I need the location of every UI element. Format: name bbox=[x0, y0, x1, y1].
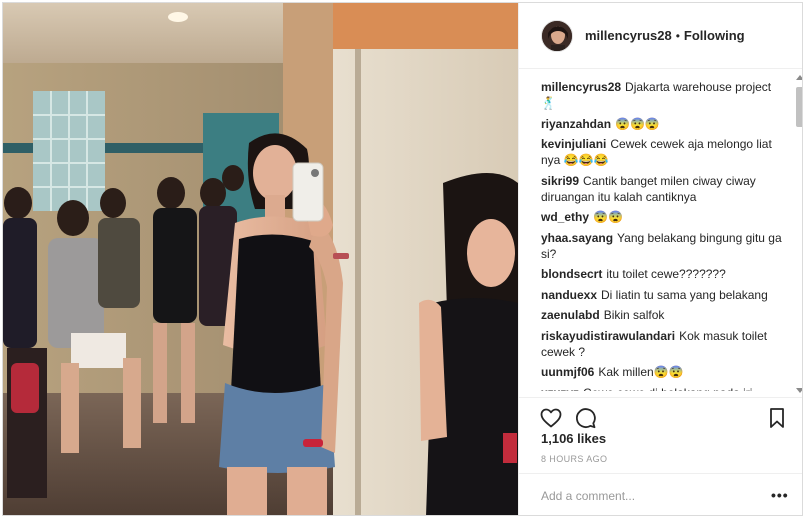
comments-scrollbar[interactable] bbox=[793, 71, 802, 397]
comment-row: xzxzvz Cewe cewe di belakang pada iri. bbox=[541, 385, 787, 392]
mirror-selfie-image bbox=[3, 3, 518, 515]
comment-username[interactable]: wd_ethy bbox=[541, 210, 589, 224]
comment-row: riyanzahdan 😨😨😨 bbox=[541, 116, 787, 132]
comment-username[interactable]: nanduexx bbox=[541, 288, 597, 302]
comment-text: Cewe cewe di belakang pada iri. bbox=[583, 386, 756, 392]
comment-username[interactable]: sikri99 bbox=[541, 174, 579, 188]
likes-count[interactable]: 1,106 likes bbox=[541, 431, 606, 446]
ellipsis-icon[interactable]: ••• bbox=[771, 488, 789, 502]
post-timestamp[interactable]: 8 HOURS AGO bbox=[541, 454, 607, 464]
like-button[interactable] bbox=[539, 406, 563, 430]
comments-list: millencyrus28 Djakarta warehouse project … bbox=[541, 79, 787, 391]
scrollbar-thumb[interactable] bbox=[796, 87, 802, 127]
comment-row: kevinjuliani Cewek cewek aja melongo liat… bbox=[541, 136, 787, 168]
caption: millencyrus28 Djakarta warehouse project … bbox=[541, 79, 787, 111]
comment-input[interactable] bbox=[541, 486, 761, 506]
comment-row: wd_ethy 😨😨 bbox=[541, 209, 787, 225]
save-button[interactable] bbox=[765, 406, 789, 430]
comment-username[interactable]: blondsecrt bbox=[541, 267, 602, 281]
add-comment-section: ••• bbox=[519, 473, 802, 515]
comment-text: 😨😨😨 bbox=[615, 116, 660, 131]
instagram-post-window: millencyrus28 • Following millencyrus28 D… bbox=[2, 2, 803, 516]
comment-text: Kak millen😨😨 bbox=[598, 365, 684, 379]
comment-text: Di liatin tu sama yang belakang bbox=[601, 287, 768, 302]
comment-row: uunmjf06 Kak millen😨😨 bbox=[541, 364, 787, 380]
comment-text: itu toilet cewe??????? bbox=[606, 267, 726, 281]
heart-outline-icon bbox=[540, 408, 562, 428]
bookmark-icon bbox=[770, 408, 784, 428]
header-username[interactable]: millencyrus28 bbox=[585, 28, 672, 43]
comment-text: 😨😨 bbox=[593, 210, 623, 224]
header-text: millencyrus28 • Following bbox=[585, 28, 745, 43]
comment-row: zaenulabd Bikin salfok bbox=[541, 307, 787, 323]
comment-username[interactable]: riskayudistirawulandari bbox=[541, 329, 675, 343]
comment-row: sikri99 Cantik banget milen ciway ciway d… bbox=[541, 173, 787, 205]
comment-button[interactable] bbox=[573, 406, 597, 430]
header-separator: • bbox=[675, 28, 680, 43]
speech-bubble-icon bbox=[575, 408, 596, 429]
comment-username[interactable]: riyanzahdan bbox=[541, 117, 611, 131]
comment-row: nanduexx Di liatin tu sama yang belakang bbox=[541, 287, 787, 303]
post-side-panel: millencyrus28 • Following millencyrus28 D… bbox=[518, 3, 802, 515]
caption-text: Djakarta warehouse project bbox=[625, 80, 772, 94]
post-header: millencyrus28 • Following bbox=[519, 3, 802, 69]
dancing-man-icon: 🕺 bbox=[541, 96, 556, 110]
avatar[interactable] bbox=[541, 19, 573, 52]
comment-username[interactable]: uunmjf06 bbox=[541, 365, 594, 379]
scroll-down-arrow-icon[interactable] bbox=[796, 388, 802, 393]
comment-text: Bikin salfok bbox=[603, 308, 665, 322]
following-button[interactable]: Following bbox=[684, 28, 745, 43]
caption-username[interactable]: millencyrus28 bbox=[541, 80, 621, 94]
comment-username[interactable]: xzxzvz bbox=[541, 386, 579, 392]
comment-username[interactable]: yhaa.sayang bbox=[541, 231, 613, 245]
comment-row: riskayudistirawulandari Kok masuk toilet … bbox=[541, 328, 787, 360]
comment-username[interactable]: zaenulabd bbox=[541, 308, 600, 322]
comment-username[interactable]: kevinjuliani bbox=[541, 137, 606, 151]
avatar-image bbox=[542, 20, 572, 51]
post-photo[interactable] bbox=[3, 3, 518, 515]
scroll-up-arrow-icon[interactable] bbox=[796, 75, 802, 80]
comment-row: yhaa.sayang Yang belakang bingung gitu ga… bbox=[541, 230, 787, 262]
comment-row: blondsecrt itu toilet cewe??????? bbox=[541, 266, 787, 282]
